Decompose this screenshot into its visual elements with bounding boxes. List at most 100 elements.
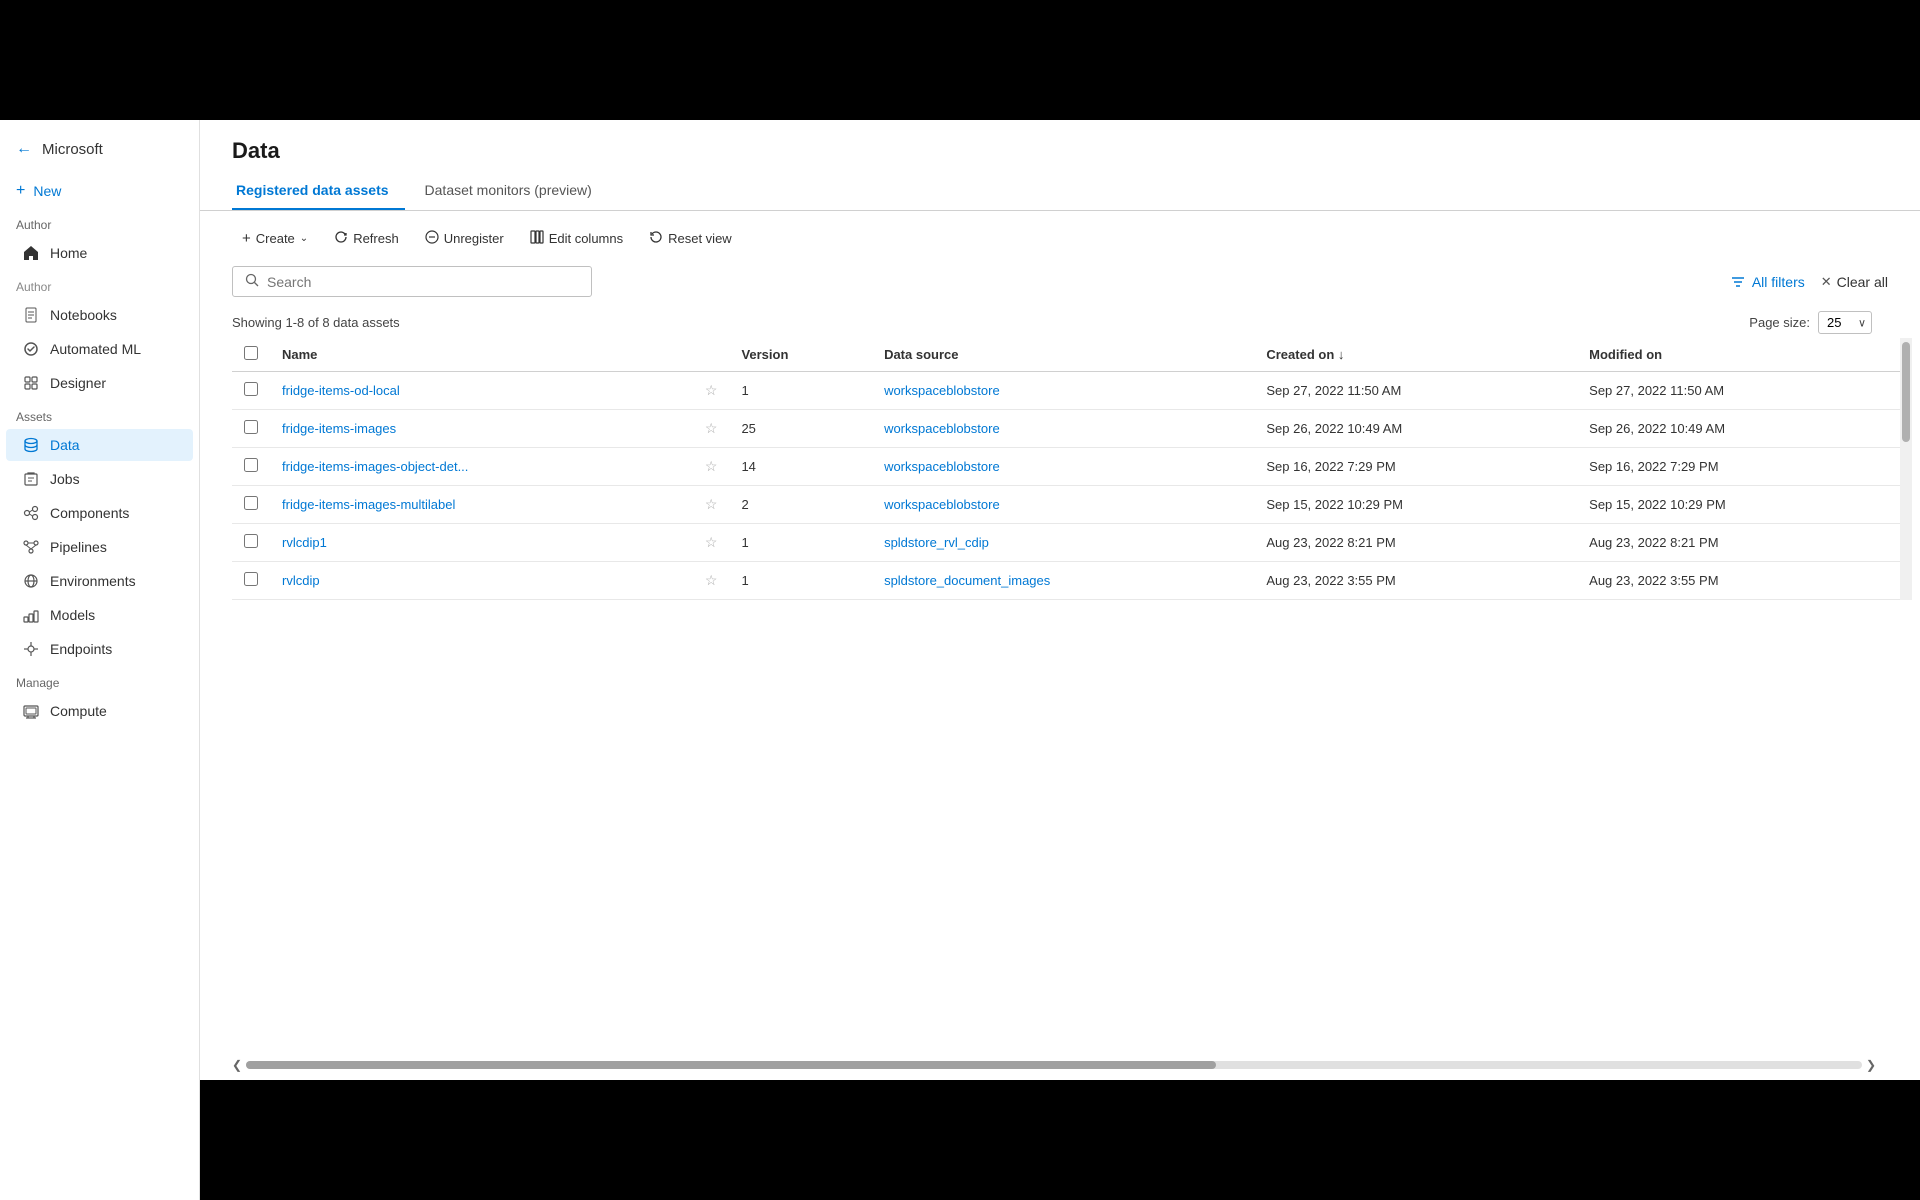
cell-modified-on: Sep 16, 2022 7:29 PM bbox=[1577, 448, 1900, 486]
sidebar-item-data[interactable]: Data bbox=[6, 429, 193, 461]
create-button[interactable]: + Create ⌄ bbox=[232, 225, 318, 252]
star-icon[interactable]: ☆ bbox=[705, 382, 718, 398]
sidebar-item-components[interactable]: Components bbox=[6, 497, 193, 529]
unregister-button[interactable]: Unregister bbox=[415, 225, 514, 252]
page-size-label: Page size: bbox=[1749, 315, 1810, 330]
row-checkbox[interactable] bbox=[244, 382, 258, 396]
sidebar-item-label: Pipelines bbox=[50, 539, 107, 555]
sidebar-item-label: Designer bbox=[50, 375, 106, 391]
sidebar-item-notebooks[interactable]: Notebooks bbox=[6, 299, 193, 331]
cell-star[interactable]: ☆ bbox=[693, 562, 730, 600]
cell-name[interactable]: fridge-items-images bbox=[270, 410, 693, 448]
row-checkbox[interactable] bbox=[244, 572, 258, 586]
table-row: rvlcdip ☆ 1 spldstore_document_images Au… bbox=[232, 562, 1900, 600]
star-icon[interactable]: ☆ bbox=[705, 458, 718, 474]
clear-all-label: Clear all bbox=[1837, 274, 1888, 290]
cell-name[interactable]: fridge-items-images-object-det... bbox=[270, 448, 693, 486]
tab-bar: Registered data assets Dataset monitors … bbox=[200, 174, 1920, 211]
chevron-down-icon: ⌄ bbox=[300, 233, 308, 244]
cell-datasource[interactable]: spldstore_rvl_cdip bbox=[872, 524, 1254, 562]
sidebar-item-label: Data bbox=[50, 437, 80, 453]
reset-view-button[interactable]: Reset view bbox=[639, 225, 742, 252]
author-label: Author bbox=[0, 270, 199, 298]
sidebar-item-automated-ml[interactable]: Automated ML bbox=[6, 333, 193, 365]
col-name[interactable]: Name bbox=[270, 338, 693, 372]
sidebar-item-jobs[interactable]: Jobs bbox=[6, 463, 193, 495]
cell-datasource[interactable]: workspaceblobstore bbox=[872, 410, 1254, 448]
new-button[interactable]: + New bbox=[0, 174, 199, 208]
star-icon[interactable]: ☆ bbox=[705, 420, 718, 436]
edit-columns-button[interactable]: Edit columns bbox=[520, 225, 633, 252]
new-label: New bbox=[33, 183, 61, 199]
sidebar-item-label: Automated ML bbox=[50, 341, 141, 357]
horizontal-scroll-container: ❮ ❯ bbox=[200, 1054, 1920, 1080]
cell-name[interactable]: fridge-items-od-local bbox=[270, 372, 693, 410]
horizontal-scrollbar[interactable] bbox=[246, 1061, 1862, 1069]
col-modified-on[interactable]: Modified on bbox=[1577, 338, 1900, 372]
toolbar: + Create ⌄ Refresh Unregister bbox=[200, 211, 1920, 266]
cell-datasource[interactable]: workspaceblobstore bbox=[872, 448, 1254, 486]
row-checkbox[interactable] bbox=[244, 496, 258, 510]
refresh-label: Refresh bbox=[353, 231, 399, 246]
col-version[interactable]: Version bbox=[729, 338, 872, 372]
sidebar-item-designer[interactable]: Designer bbox=[6, 367, 193, 399]
manage-section-label: Manage bbox=[0, 666, 199, 694]
row-checkbox[interactable] bbox=[244, 534, 258, 548]
scroll-right-arrow[interactable]: ❯ bbox=[1866, 1058, 1876, 1072]
clear-all-button[interactable]: ✕ Clear all bbox=[1821, 274, 1888, 290]
sidebar-item-pipelines[interactable]: Pipelines bbox=[6, 531, 193, 563]
row-checkbox[interactable] bbox=[244, 420, 258, 434]
sidebar-item-label: Compute bbox=[50, 703, 107, 719]
close-icon: ✕ bbox=[1821, 274, 1832, 290]
sidebar-item-endpoints[interactable]: Endpoints bbox=[6, 633, 193, 665]
table-row: fridge-items-images-multilabel ☆ 2 works… bbox=[232, 486, 1900, 524]
row-checkbox[interactable] bbox=[244, 458, 258, 472]
cell-name[interactable]: rvlcdip1 bbox=[270, 524, 693, 562]
col-datasource[interactable]: Data source bbox=[872, 338, 1254, 372]
cell-datasource[interactable]: workspaceblobstore bbox=[872, 486, 1254, 524]
sidebar-item-label: Components bbox=[50, 505, 129, 521]
sidebar-item-environments[interactable]: Environments bbox=[6, 565, 193, 597]
plus-icon: + bbox=[242, 230, 251, 247]
search-input[interactable] bbox=[267, 274, 579, 290]
cell-version: 14 bbox=[729, 448, 872, 486]
cell-datasource[interactable]: spldstore_document_images bbox=[872, 562, 1254, 600]
page-size-select[interactable]: 25 50 100 bbox=[1818, 311, 1872, 334]
table-row: fridge-items-images ☆ 25 workspaceblobst… bbox=[232, 410, 1900, 448]
cell-star[interactable]: ☆ bbox=[693, 486, 730, 524]
sidebar-item-models[interactable]: Models bbox=[6, 599, 193, 631]
scroll-left-arrow[interactable]: ❮ bbox=[232, 1058, 242, 1072]
tab-dataset-monitors[interactable]: Dataset monitors (preview) bbox=[421, 174, 608, 210]
search-icon bbox=[245, 273, 259, 290]
cell-star[interactable]: ☆ bbox=[693, 448, 730, 486]
create-label: Create bbox=[256, 231, 295, 246]
pipelines-icon bbox=[22, 538, 40, 556]
cell-created-on: Sep 15, 2022 10:29 PM bbox=[1254, 486, 1577, 524]
sidebar-item-compute[interactable]: Compute bbox=[6, 695, 193, 727]
cell-datasource[interactable]: workspaceblobstore bbox=[872, 372, 1254, 410]
cell-name[interactable]: rvlcdip bbox=[270, 562, 693, 600]
unregister-label: Unregister bbox=[444, 231, 504, 246]
sidebar-item-label: Models bbox=[50, 607, 95, 623]
filter-actions: All filters ✕ Clear all bbox=[1730, 274, 1888, 290]
tab-registered-data-assets[interactable]: Registered data assets bbox=[232, 174, 405, 210]
select-all-checkbox[interactable] bbox=[244, 346, 258, 360]
vertical-scrollbar[interactable] bbox=[1900, 338, 1912, 600]
star-icon[interactable]: ☆ bbox=[705, 496, 718, 512]
col-star bbox=[693, 338, 730, 372]
sidebar-item-label: Notebooks bbox=[50, 307, 117, 323]
sidebar-item-label: Endpoints bbox=[50, 641, 112, 657]
cell-star[interactable]: ☆ bbox=[693, 372, 730, 410]
sidebar-item-home[interactable]: Home bbox=[6, 237, 193, 269]
cell-modified-on: Sep 27, 2022 11:50 AM bbox=[1577, 372, 1900, 410]
refresh-button[interactable]: Refresh bbox=[324, 225, 409, 252]
cell-star[interactable]: ☆ bbox=[693, 410, 730, 448]
star-icon[interactable]: ☆ bbox=[705, 534, 718, 550]
all-filters-button[interactable]: All filters bbox=[1730, 274, 1805, 290]
sidebar-brand[interactable]: ← Microsoft bbox=[0, 130, 199, 174]
star-icon[interactable]: ☆ bbox=[705, 572, 718, 588]
cell-star[interactable]: ☆ bbox=[693, 524, 730, 562]
edit-columns-icon bbox=[530, 230, 544, 247]
cell-name[interactable]: fridge-items-images-multilabel bbox=[270, 486, 693, 524]
col-created-on[interactable]: Created on ↓ bbox=[1254, 338, 1577, 372]
